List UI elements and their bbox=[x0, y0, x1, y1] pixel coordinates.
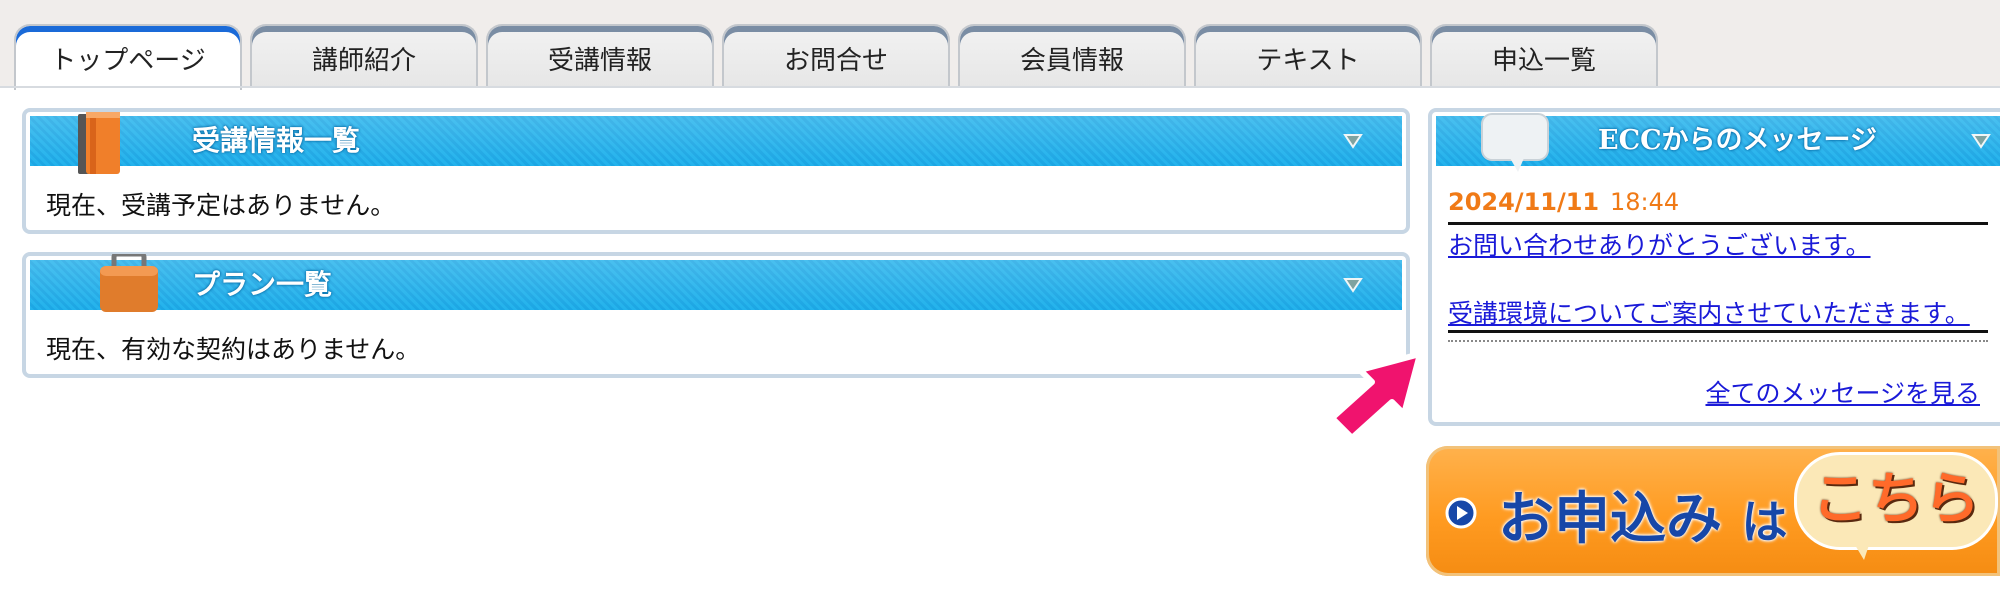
tab-member-info[interactable]: 会員情報 bbox=[958, 24, 1186, 88]
lesson-list-empty-message: 現在、受講予定はありません。 bbox=[46, 191, 396, 220]
banner-here-text: こちら bbox=[1812, 467, 1980, 532]
message-time: 18:44 bbox=[1610, 188, 1680, 216]
view-all-messages-link[interactable]: 全てのメッセージを見る bbox=[1705, 374, 1980, 410]
message-link-line1[interactable]: お問い合わせありがとうございます。 bbox=[1448, 226, 1871, 262]
book-icon bbox=[78, 112, 120, 174]
tab-text[interactable]: テキスト bbox=[1194, 24, 1422, 88]
plan-list-title: プラン一覧 bbox=[192, 268, 333, 301]
message-panel-title: ECCからのメッセージ bbox=[1598, 125, 1878, 156]
message-link-line2[interactable]: 受講環境についてご案内させていただきます。 bbox=[1448, 294, 1970, 330]
plan-list-header: プラン一覧 bbox=[30, 254, 1402, 312]
tab-bar: トップページ 講師紹介 受講情報 お問合せ 会員情報 テキスト 申込一覧 bbox=[0, 0, 2000, 90]
plan-list-empty-message: 現在、有効な契約はありません。 bbox=[46, 335, 421, 364]
banner-main-text: お申込み は bbox=[1498, 474, 1788, 555]
message-date: 2024/11/11 bbox=[1448, 188, 1600, 216]
pointer-arrow-icon bbox=[1329, 351, 1423, 441]
message-divider bbox=[1448, 340, 1988, 342]
lesson-list-title: 受講情報一覧 bbox=[192, 124, 361, 157]
speech-bubble-icon bbox=[1481, 113, 1549, 172]
lesson-list-panel: 受講情報一覧 現在、受講予定はありません。 bbox=[22, 108, 1410, 234]
briefcase-icon bbox=[100, 254, 158, 312]
lesson-list-header: 受講情報一覧 bbox=[30, 112, 1402, 174]
message-panel-header: ECCからのメッセージ bbox=[1436, 113, 2000, 172]
collapse-icon[interactable] bbox=[1342, 274, 1364, 296]
tab-lesson-info[interactable]: 受講情報 bbox=[486, 24, 714, 88]
message-top-rule bbox=[1448, 222, 1988, 225]
collapse-icon[interactable] bbox=[1342, 130, 1364, 152]
apply-here-banner[interactable]: お申込み は こちら bbox=[1426, 446, 2000, 576]
message-bottom-rule bbox=[1448, 330, 1988, 333]
tab-contact[interactable]: お問合せ bbox=[722, 24, 950, 88]
collapse-icon[interactable] bbox=[1970, 130, 1992, 152]
banner-apply-text: お申込み bbox=[1498, 487, 1722, 552]
banner-particle-text: は bbox=[1741, 495, 1788, 549]
tab-top-page[interactable]: トップページ bbox=[14, 24, 242, 90]
tab-application-list[interactable]: 申込一覧 bbox=[1430, 24, 1658, 88]
tab-underline bbox=[0, 86, 2000, 88]
tab-teachers[interactable]: 講師紹介 bbox=[250, 24, 478, 88]
plan-list-panel: プラン一覧 現在、有効な契約はありません。 bbox=[22, 252, 1410, 378]
play-circle-icon bbox=[1445, 497, 1477, 529]
